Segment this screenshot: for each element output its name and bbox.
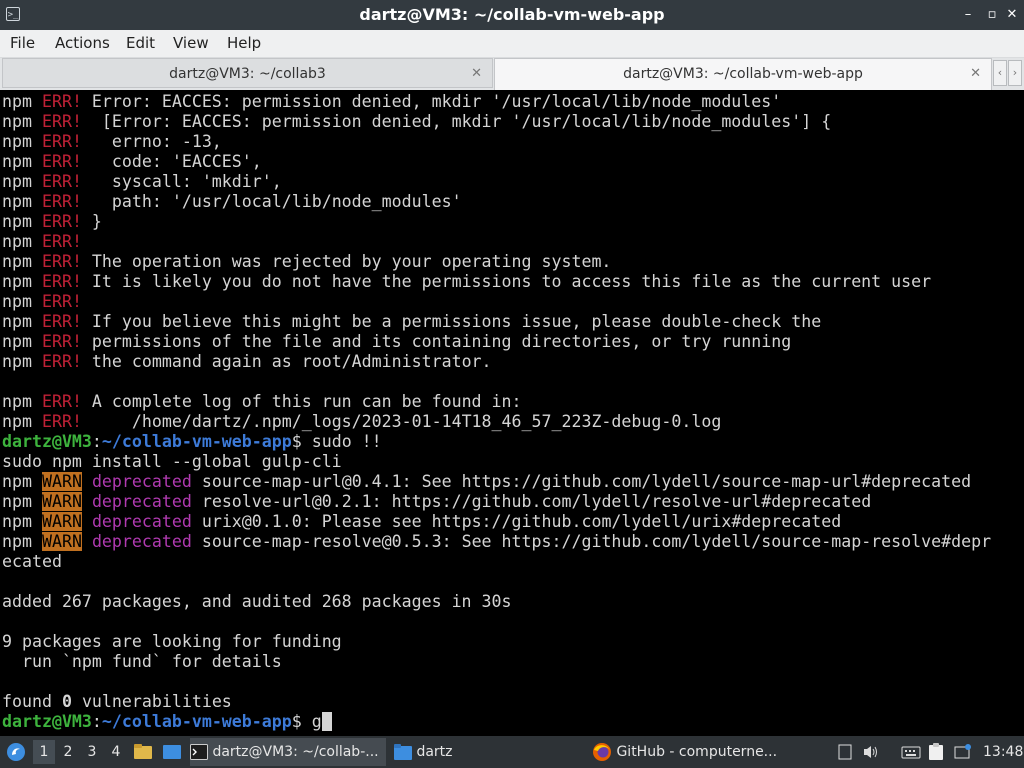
terminal-icon: [190, 744, 208, 760]
terminal-line: npm ERR! Error: EACCES: permission denie…: [2, 92, 782, 111]
terminal-line: npm ERR!: [2, 292, 82, 311]
workspace-3[interactable]: 3: [81, 740, 103, 764]
terminal-line: dartz@VM3:~/collab-vm-web-app$ g: [2, 712, 991, 732]
terminal-line: npm ERR! It is likely you do not have th…: [2, 272, 932, 291]
close-tab-icon[interactable]: ✕: [471, 59, 482, 89]
app-menu-icon[interactable]: [6, 736, 26, 768]
terminal-line: ecated: [2, 552, 62, 571]
close-tab-icon[interactable]: ✕: [970, 59, 981, 89]
menu-help[interactable]: Help: [227, 30, 261, 57]
task-folder[interactable]: dartz: [394, 738, 574, 766]
terminal-line: 9 packages are looking for funding: [2, 632, 342, 651]
terminal-line: npm ERR! code: 'EACCES',: [2, 152, 262, 171]
tab-collab-vm-web-app[interactable]: dartz@VM3: ~/collab-vm-web-app ✕: [494, 58, 992, 90]
clock[interactable]: 13:48: [983, 736, 1023, 768]
terminal-line: npm ERR!: [2, 232, 82, 251]
terminal-output: npm ERR! Error: EACCES: permission denie…: [2, 92, 991, 732]
task-label: dartz: [416, 744, 453, 760]
tab-scroll-left-icon[interactable]: ‹: [993, 60, 1007, 86]
notifications-icon[interactable]: [954, 736, 972, 768]
folder-icon: [394, 744, 412, 760]
workspace-1[interactable]: 1: [33, 740, 55, 764]
workspace-4[interactable]: 4: [105, 740, 127, 764]
task-label: dartz@VM3: ~/collab-...: [212, 744, 379, 760]
terminal-line: npm ERR! }: [2, 212, 102, 231]
terminal-line: run `npm fund` for details: [2, 652, 282, 671]
tab-label: dartz@VM3: ~/collab3: [169, 66, 326, 82]
terminal-line: npm ERR! /home/dartz/.npm/_logs/2023-01-…: [2, 412, 722, 431]
show-desktop-icon[interactable]: [162, 736, 182, 768]
terminal-line: npm ERR! errno: -13,: [2, 132, 222, 151]
menu-view[interactable]: View: [173, 30, 209, 57]
keyboard-icon[interactable]: [901, 736, 921, 768]
terminal-line: npm ERR! path: '/usr/local/lib/node_modu…: [2, 192, 462, 211]
maximize-button[interactable]: ▫: [982, 5, 1002, 25]
terminal-line: npm ERR! The operation was rejected by y…: [2, 252, 612, 271]
terminal-line: found 0 vulnerabilities: [2, 692, 232, 711]
file-manager-icon[interactable]: [133, 736, 153, 768]
terminal-line: npm ERR! If you believe this might be a …: [2, 312, 822, 331]
window-title: dartz@VM3: ~/collab-vm-web-app: [359, 5, 665, 24]
menu-file[interactable]: File: [10, 30, 35, 57]
terminal-line: npm ERR! the command again as root/Admin…: [2, 352, 492, 371]
terminal-line: npm ERR! A complete log of this run can …: [2, 392, 522, 411]
menu-bar: File Actions Edit View Help: [0, 30, 1024, 58]
taskbar: 1 2 3 4 dartz@VM3: ~/collab-... dartz Gi…: [0, 736, 1024, 768]
terminal-line: sudo npm install --global gulp-cli: [2, 452, 342, 471]
tab-collab3[interactable]: dartz@VM3: ~/collab3 ✕: [2, 58, 493, 88]
task-label: GitHub - computerne...: [616, 744, 778, 760]
menu-edit[interactable]: Edit: [126, 30, 155, 57]
terminal-view[interactable]: npm ERR! Error: EACCES: permission denie…: [0, 92, 1024, 736]
terminal-line: npm WARN deprecated urix@0.1.0: Please s…: [2, 512, 842, 531]
terminal-line: npm WARN deprecated resolve-url@0.2.1: h…: [2, 492, 872, 511]
minimize-button[interactable]: –: [958, 5, 978, 25]
terminal-line: npm WARN deprecated source-map-url@0.4.1…: [2, 472, 972, 491]
terminal-line: added 267 packages, and audited 268 pack…: [2, 592, 512, 611]
tab-label: dartz@VM3: ~/collab-vm-web-app: [623, 66, 863, 82]
close-window-button[interactable]: ✕: [1002, 5, 1022, 25]
menu-actions[interactable]: Actions: [55, 30, 110, 57]
terminal-line: npm WARN deprecated source-map-resolve@0…: [2, 532, 992, 551]
volume-icon[interactable]: [862, 736, 880, 768]
tab-bar: dartz@VM3: ~/collab3 ✕ dartz@VM3: ~/coll…: [0, 58, 1024, 90]
window-titlebar[interactable]: >_ dartz@VM3: ~/collab-vm-web-app – ▫ ✕: [0, 0, 1024, 30]
tab-scroll-right-icon[interactable]: ›: [1008, 60, 1022, 86]
task-firefox[interactable]: GitHub - computerne...: [592, 738, 792, 766]
terminal-line: dartz@VM3:~/collab-vm-web-app$ sudo !!: [2, 432, 382, 451]
task-terminal[interactable]: dartz@VM3: ~/collab-...: [190, 738, 386, 766]
terminal-line: npm ERR! [Error: EACCES: permission deni…: [2, 112, 832, 131]
bluetooth-icon[interactable]: [838, 736, 852, 768]
terminal-line: npm ERR! permissions of the file and its…: [2, 332, 792, 351]
workspace-2[interactable]: 2: [57, 740, 79, 764]
clipboard-icon[interactable]: [928, 736, 944, 768]
firefox-icon: [593, 743, 611, 761]
terminal-line: npm ERR! syscall: 'mkdir',: [2, 172, 282, 191]
